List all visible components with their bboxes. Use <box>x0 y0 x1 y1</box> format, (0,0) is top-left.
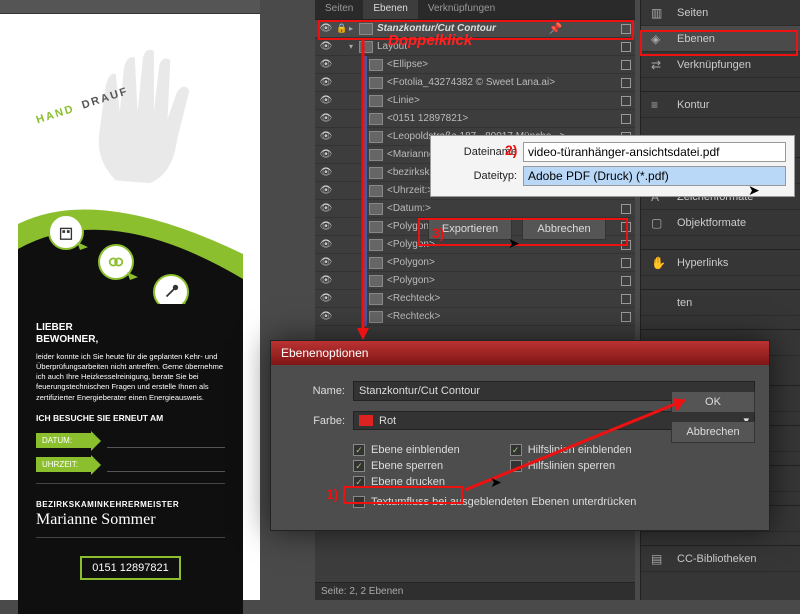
filename-input[interactable] <box>523 142 786 162</box>
chk-show-guides[interactable]: ✓Hilfslinien einblenden <box>510 444 632 456</box>
layer-row-cutcontour[interactable]: 👁 🔒 ▸ Stanzkontur/Cut Contour 📌 <box>315 20 635 38</box>
dialog-title: Ebenenoptionen <box>271 341 769 365</box>
ok-button[interactable]: OK <box>671 391 755 413</box>
body-text: leider konnte ich Sie heute für die gepl… <box>36 352 225 403</box>
layer-subitem[interactable]: 👁<Rechteck> <box>315 308 635 326</box>
disclosure-icon[interactable]: ▸ <box>349 24 359 33</box>
panel-status: Seite: 2, 2 Ebenen <box>315 582 635 600</box>
meister-name: Marianne Sommer <box>36 511 225 529</box>
export-button[interactable]: Exportieren <box>428 218 512 240</box>
icon-bubble-chimney <box>48 214 84 250</box>
rp-verknuepfungen[interactable]: ⇄Verknüpfungen <box>641 52 800 78</box>
lock-icon[interactable]: 🔒 <box>335 23 349 34</box>
layer-subitem[interactable]: 👁<Datum:> <box>315 200 635 218</box>
filetype-select[interactable] <box>523 166 786 186</box>
chk-show-layer[interactable]: ✓Ebene einblenden <box>353 444 460 456</box>
panel-tab-ebenen[interactable]: Ebenen <box>363 0 417 19</box>
time-field: UHRZEIT: <box>36 455 225 475</box>
rp-trunc1[interactable]: ten <box>641 290 800 316</box>
phone-box: 0151 12897821 <box>80 556 180 580</box>
resident-heading: LIEBER BEWOHNER, <box>36 322 225 346</box>
layer-subitem[interactable]: 👁<Polygon> <box>315 272 635 290</box>
panel-tab-seiten[interactable]: Seiten <box>315 0 363 19</box>
layer-subitem[interactable]: 👁<Linie> <box>315 92 635 110</box>
rp-ebenen[interactable]: ◈Ebenen <box>641 26 800 52</box>
panel-tab-verknuepfungen[interactable]: Verknüpfungen <box>418 0 505 19</box>
visibility-icon[interactable]: 👁 <box>317 23 335 34</box>
layer-subitem[interactable]: 👁<Ellipse> <box>315 56 635 74</box>
rp-seiten[interactable]: ▥Seiten <box>641 0 800 26</box>
export-filename-box: Dateiname Dateityp: <box>430 135 795 197</box>
visit-heading: ICH BESUCHE SIE ERNEUT AM <box>36 413 225 423</box>
rp-cc[interactable]: ▤CC-Bibliotheken <box>641 546 800 572</box>
pushpin-icon[interactable]: 📌 <box>549 22 563 35</box>
icon-bubble-link <box>98 244 134 280</box>
ruler <box>0 0 260 14</box>
chk-lock-layer[interactable]: ✓Ebene sperren <box>353 460 460 472</box>
export-cancel-button[interactable]: Abbrechen <box>522 218 606 240</box>
document-canvas: HAND DRAUF LIEBER BEWOHNER, leider konnt… <box>0 0 260 600</box>
chk-textwrap[interactable]: Textumfluss bei ausgeblendeten Ebenen un… <box>353 496 755 508</box>
chk-print-layer[interactable]: ✓Ebene drucken <box>353 476 460 488</box>
chk-lock-guides[interactable]: Hilfslinien sperren <box>510 460 632 472</box>
layer-subitem[interactable]: 👁<Fotolia_43274382 © Sweet Lana.ai> <box>315 74 635 92</box>
door-hanger-doc: HAND DRAUF LIEBER BEWOHNER, leider konnt… <box>18 14 243 600</box>
layer-options-dialog: Ebenenoptionen Name: Farbe:Rot▾ ✓Ebene e… <box>270 340 770 531</box>
layer-subitem[interactable]: 👁<Polygon> <box>315 254 635 272</box>
cancel-button[interactable]: Abbrechen <box>671 421 755 443</box>
meister-label: BEZIRKSKAMINKEHRERMEISTER <box>36 500 225 509</box>
layer-subitem[interactable]: 👁<Rechteck> <box>315 290 635 308</box>
rp-kontur[interactable]: ≡Kontur <box>641 92 800 118</box>
rp-hyperlinks[interactable]: ✋Hyperlinks <box>641 250 800 276</box>
layer-subitem[interactable]: 👁<0151 12897821> <box>315 110 635 128</box>
date-field: DATUM: <box>36 431 225 451</box>
rp-objekt[interactable]: ▢Objektformate <box>641 210 800 236</box>
layer-row-layout[interactable]: 👁 ▾ Layout <box>315 38 635 56</box>
hand-graphic <box>73 44 213 194</box>
